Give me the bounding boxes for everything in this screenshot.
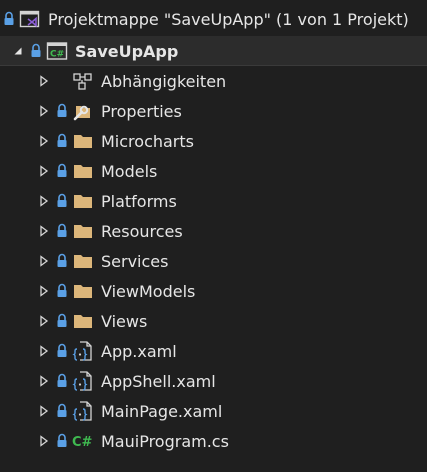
collapsed-triangle-icon[interactable] — [38, 366, 50, 396]
tree-item-label: Views — [101, 311, 148, 331]
collapsed-triangle-icon[interactable] — [38, 276, 50, 306]
collapsed-triangle-icon[interactable] — [38, 66, 50, 96]
tree-item-properties[interactable]: Properties — [0, 96, 427, 126]
tree-item-file-mauiprogram-cs[interactable]: C# MauiProgram.cs — [0, 426, 427, 456]
tree-item-folder-resources[interactable]: Resources — [0, 216, 427, 246]
lock-icon — [56, 373, 68, 389]
lock-icon — [56, 343, 68, 359]
tree-item-folder-views[interactable]: Views — [0, 306, 427, 336]
lock-icon — [30, 43, 42, 59]
lock-icon — [56, 163, 68, 179]
tree-item-label: MainPage.xaml — [101, 401, 223, 421]
tree-item-label: Properties — [101, 101, 182, 121]
collapsed-triangle-icon[interactable] — [38, 156, 50, 186]
tree-item-label: Resources — [101, 221, 183, 241]
lock-icon — [56, 283, 68, 299]
folder-icon — [72, 220, 94, 242]
tree-item-file-app-xaml[interactable]: App.xaml — [0, 336, 427, 366]
tree-item-folder-platforms[interactable]: Platforms — [0, 186, 427, 216]
collapsed-triangle-icon[interactable] — [38, 126, 50, 156]
collapsed-triangle-icon[interactable] — [38, 336, 50, 366]
dependencies-icon — [72, 70, 94, 92]
folder-icon — [72, 310, 94, 332]
tree-item-label: MauiProgram.cs — [101, 431, 229, 451]
collapsed-triangle-icon[interactable] — [38, 426, 50, 456]
lock-icon — [56, 133, 68, 149]
csharp-file-icon: C# — [72, 430, 94, 452]
tree-item-label: ViewModels — [101, 281, 196, 301]
collapsed-triangle-icon[interactable] — [38, 186, 50, 216]
tree-item-label: Microcharts — [101, 131, 194, 151]
tree-item-file-mainpage-xaml[interactable]: MainPage.xaml — [0, 396, 427, 426]
tree-item-label: Platforms — [101, 191, 177, 211]
xaml-file-icon — [72, 400, 94, 422]
folder-icon — [72, 130, 94, 152]
svg-text:C#: C# — [72, 435, 93, 450]
csharp-project-icon: C# — [46, 40, 68, 62]
solution-explorer-tree: Projektmappe "SaveUpApp" (1 von 1 Projek… — [0, 0, 427, 472]
lock-icon — [3, 11, 15, 27]
tree-item-label: Abhängigkeiten — [101, 71, 227, 91]
folder-icon — [72, 250, 94, 272]
folder-icon — [72, 190, 94, 212]
lock-icon — [56, 253, 68, 269]
collapsed-triangle-icon[interactable] — [38, 96, 50, 126]
collapsed-triangle-icon[interactable] — [38, 246, 50, 276]
lock-icon — [56, 433, 68, 449]
collapsed-triangle-icon[interactable] — [38, 306, 50, 336]
tree-item-label: App.xaml — [101, 341, 177, 361]
svg-text:C#: C# — [50, 50, 64, 60]
solution-icon — [19, 8, 41, 30]
expanded-triangle-icon[interactable] — [12, 36, 24, 66]
lock-icon — [56, 403, 68, 419]
collapsed-triangle-icon[interactable] — [38, 396, 50, 426]
tree-item-folder-services[interactable]: Services — [0, 246, 427, 276]
properties-wrench-icon — [72, 100, 94, 122]
tree-item-label: Services — [101, 251, 169, 271]
lock-icon — [56, 313, 68, 329]
lock-icon — [56, 223, 68, 239]
tree-item-solution[interactable]: Projektmappe "SaveUpApp" (1 von 1 Projek… — [0, 4, 427, 34]
folder-icon — [72, 160, 94, 182]
collapsed-triangle-icon[interactable] — [38, 216, 50, 246]
xaml-file-icon — [72, 370, 94, 392]
folder-icon — [72, 280, 94, 302]
tree-item-file-appshell-xaml[interactable]: AppShell.xaml — [0, 366, 427, 396]
project-label: SaveUpApp — [75, 41, 179, 61]
tree-item-folder-models[interactable]: Models — [0, 156, 427, 186]
lock-icon — [56, 103, 68, 119]
tree-item-label: AppShell.xaml — [101, 371, 216, 391]
lock-icon — [56, 193, 68, 209]
tree-item-label: Models — [101, 161, 158, 181]
xaml-file-icon — [72, 340, 94, 362]
tree-item-dependencies[interactable]: Abhängigkeiten — [0, 66, 427, 96]
tree-item-folder-microcharts[interactable]: Microcharts — [0, 126, 427, 156]
tree-item-folder-viewmodels[interactable]: ViewModels — [0, 276, 427, 306]
solution-label: Projektmappe "SaveUpApp" (1 von 1 Projek… — [48, 9, 409, 29]
tree-item-project[interactable]: C# SaveUpApp — [0, 36, 427, 66]
